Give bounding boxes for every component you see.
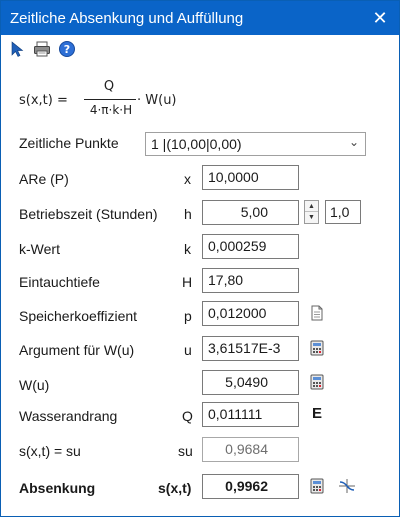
wu-label: W(u) (19, 377, 50, 393)
kwert-label: k-Wert (19, 241, 60, 257)
wu-input[interactable]: 5,0490 (202, 370, 299, 395)
svg-text:?: ? (64, 43, 70, 56)
kwert-input[interactable]: 0,000259 (202, 234, 299, 259)
argument-input[interactable]: 3,61517E-3 (202, 336, 299, 361)
argument-symbol: u (184, 342, 192, 358)
are-input[interactable]: 10,0000 (202, 165, 299, 190)
speicher-label: Speicherkoeffizient (19, 308, 138, 324)
are-symbol: x (184, 171, 191, 187)
window-title: Zeitliche Absenkung und Auffüllung (10, 10, 244, 27)
formula-denominator: 4·π·k·H (89, 103, 133, 117)
wasserandrang-symbol: Q (182, 408, 193, 424)
are-label: ARe (P) (19, 171, 69, 187)
curve-chart-icon[interactable] (338, 478, 355, 494)
betriebszeit-spinner[interactable]: ▲ ▼ (304, 200, 319, 224)
su-label: s(x,t) = su (19, 443, 81, 459)
betriebszeit-label: Betriebszeit (Stunden) (19, 206, 158, 222)
unit-mark: E (312, 405, 323, 422)
argument-label: Argument für W(u) (19, 342, 135, 358)
title-bar: Zeitliche Absenkung und Auffüllung ✕ (1, 1, 399, 35)
eintauchtiefe-symbol: H (182, 274, 193, 290)
zeitpunkte-label: Zeitliche Punkte (19, 135, 119, 151)
fraction-bar (84, 99, 136, 100)
formula-lhs: s(x,t) = (19, 93, 68, 108)
help-icon[interactable]: ? (58, 40, 76, 58)
dialog-window: Zeitliche Absenkung und Auffüllung ✕ ? s… (0, 0, 400, 517)
su-value: 0,9684 (202, 437, 299, 462)
document-icon[interactable] (309, 305, 325, 321)
absenkung-label: Absenkung (19, 480, 96, 496)
spin-up-icon[interactable]: ▲ (305, 201, 318, 212)
speicher-symbol: p (184, 308, 192, 324)
su-symbol: su (178, 443, 193, 459)
toolbar: ? (1, 36, 399, 62)
betriebszeit-step-input[interactable]: 1,0 (325, 200, 361, 224)
formula-rhs: · W(u) (137, 93, 177, 108)
calculator-icon[interactable] (309, 340, 325, 356)
pointer-icon[interactable] (9, 40, 27, 58)
zeitpunkte-value: 1 |(10,00|0,00) (151, 136, 242, 152)
formula-numerator: Q (103, 79, 115, 94)
calculator-icon[interactable] (309, 478, 325, 494)
absenkung-value: 0,9962 (202, 474, 299, 499)
absenkung-symbol: s(x,t) (158, 480, 192, 496)
speicher-input[interactable]: 0,012000 (202, 301, 299, 326)
print-icon[interactable] (33, 40, 51, 58)
close-icon[interactable]: ✕ (367, 5, 393, 31)
wasserandrang-label: Wasserandrang (19, 408, 118, 424)
eintauchtiefe-label: Eintauchtiefe (19, 274, 100, 290)
calculator-icon[interactable] (309, 374, 325, 390)
kwert-symbol: k (184, 241, 191, 257)
formula: s(x,t) = Q 4·π·k·H · W(u) (19, 79, 239, 123)
wasserandrang-input[interactable]: 0,011111 (202, 402, 299, 427)
betriebszeit-input[interactable]: 5,00 (202, 200, 299, 225)
zeitpunkte-select[interactable]: 1 |(10,00|0,00) ⌄ (145, 132, 366, 156)
chevron-down-icon: ⌄ (348, 135, 359, 149)
spin-down-icon[interactable]: ▼ (305, 212, 318, 223)
eintauchtiefe-input[interactable]: 17,80 (202, 268, 299, 293)
betriebszeit-symbol: h (184, 206, 192, 222)
